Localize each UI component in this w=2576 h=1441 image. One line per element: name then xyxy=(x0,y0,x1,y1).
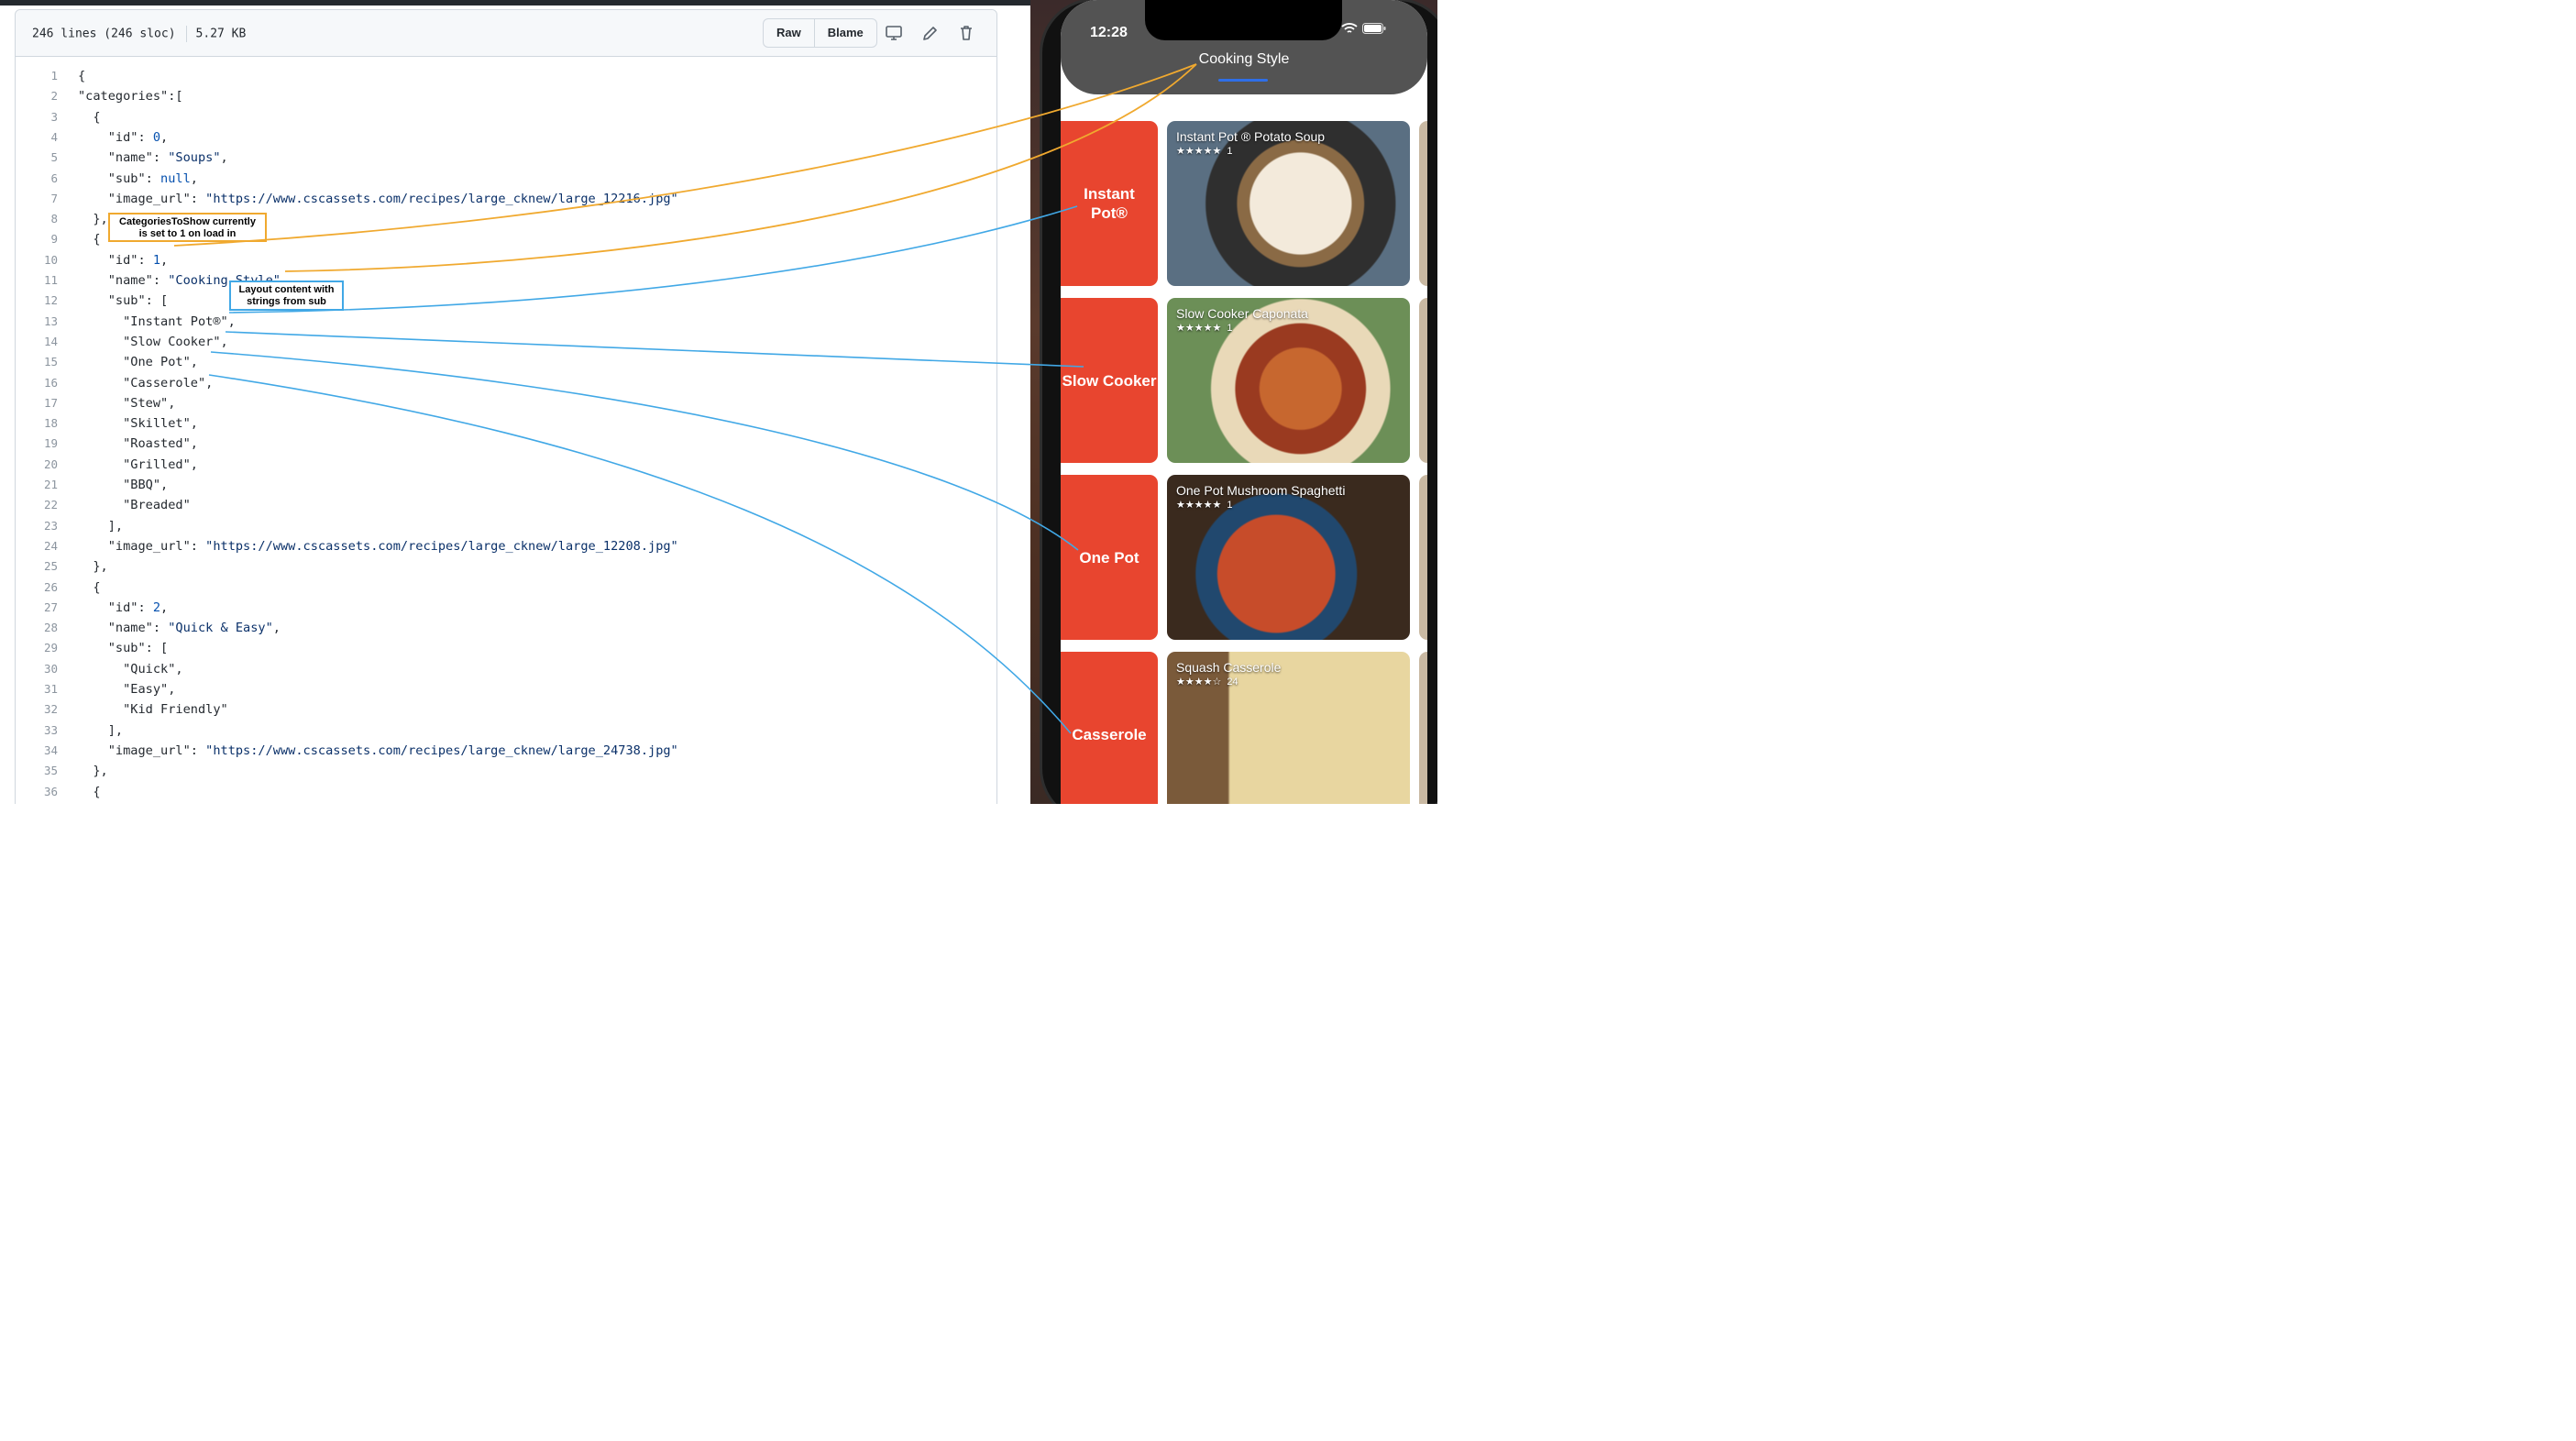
orange-connector-2 xyxy=(284,63,1197,272)
blue-connector-one-pot xyxy=(210,351,1079,551)
blue-connector-instant-pot xyxy=(228,205,1078,314)
connector-lines xyxy=(173,63,1197,734)
blue-connector-slow-cooker xyxy=(225,331,1084,368)
blue-connector-casserole xyxy=(208,374,1072,734)
screenshot-stage: 246 lines (246 sloc) 5.27 KB Raw Blame 1{… xyxy=(0,0,1437,804)
